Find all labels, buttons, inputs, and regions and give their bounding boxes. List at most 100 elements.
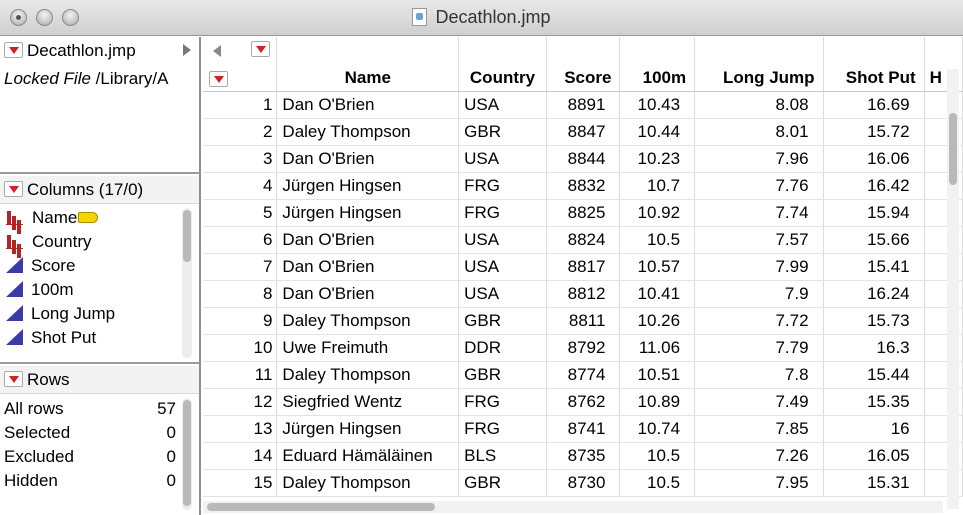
table-cell[interactable]: 10.74 — [619, 415, 696, 443]
table-cell[interactable]: Dan O'Brien — [276, 91, 460, 119]
table-cell[interactable]: 8762 — [546, 388, 621, 416]
table-cell[interactable]: DDR — [458, 334, 547, 362]
table-row[interactable]: 11 Daley Thompson GBR 8774 10.51 7.8 15.44 — [203, 361, 963, 389]
table-horizontal-scroll-thumb[interactable] — [207, 503, 435, 511]
table-cell[interactable]: 7.9 — [694, 280, 824, 308]
table-cell[interactable]: FRG — [458, 172, 547, 200]
table-cell[interactable]: 8825 — [546, 199, 621, 227]
table-cell[interactable]: 7.79 — [694, 334, 824, 362]
table-cell[interactable]: 8844 — [546, 145, 621, 173]
table-cell[interactable]: 15.72 — [823, 118, 925, 146]
table-cell[interactable]: 10.5 — [619, 226, 696, 254]
table-cell[interactable]: 7.96 — [694, 145, 824, 173]
table-cell[interactable]: 15.73 — [823, 307, 925, 335]
red-triangle-menu-icon[interactable] — [4, 42, 23, 58]
table-cell[interactable]: GBR — [458, 307, 547, 335]
table-cell[interactable]: Dan O'Brien — [276, 226, 460, 254]
table-cell[interactable]: USA — [458, 145, 547, 173]
columns-red-triangle-icon[interactable] — [251, 41, 270, 57]
row-number-cell[interactable]: 4 — [203, 172, 278, 200]
table-cell[interactable]: 7.49 — [694, 388, 824, 416]
table-cell[interactable]: 15.31 — [823, 469, 925, 497]
table-cell[interactable]: 10.5 — [619, 469, 696, 497]
table-cell[interactable]: 7.99 — [694, 253, 824, 281]
table-cell[interactable]: BLS — [458, 442, 547, 470]
table-cell[interactable]: FRG — [458, 415, 547, 443]
table-row[interactable]: 14 Eduard Hämäläinen BLS 8735 10.5 7.26 16.05 — [203, 442, 963, 470]
table-cell[interactable]: 8792 — [546, 334, 621, 362]
row-number-cell[interactable]: 2 — [203, 118, 278, 146]
table-row[interactable]: 7 Dan O'Brien USA 8817 10.57 7.99 15.41 — [203, 253, 963, 281]
table-cell[interactable]: GBR — [458, 469, 547, 497]
table-cell[interactable]: 7.57 — [694, 226, 824, 254]
table-cell[interactable]: 8811 — [546, 307, 621, 335]
table-cell[interactable]: 10.41 — [619, 280, 696, 308]
table-row[interactable]: 1 Dan O'Brien USA 8891 10.43 8.08 16.69 — [203, 91, 963, 119]
table-vertical-scroll-thumb[interactable] — [949, 113, 957, 185]
table-cell[interactable]: Eduard Hämäläinen — [276, 442, 460, 470]
table-cell[interactable]: 8.08 — [694, 91, 824, 119]
red-triangle-menu-icon[interactable] — [4, 371, 23, 387]
row-number-cell[interactable]: 15 — [203, 469, 278, 497]
table-cell[interactable]: 8824 — [546, 226, 621, 254]
table-cell[interactable]: 8741 — [546, 415, 621, 443]
table-cell[interactable]: 7.74 — [694, 199, 824, 227]
table-cell[interactable]: 8847 — [546, 118, 621, 146]
table-vertical-scrollbar[interactable] — [947, 69, 959, 509]
table-cell[interactable]: 7.72 — [694, 307, 824, 335]
table-cell[interactable]: USA — [458, 253, 547, 281]
table-cell[interactable]: 8730 — [546, 469, 621, 497]
columns-scrollbar[interactable] — [182, 208, 192, 358]
table-row[interactable]: 2 Daley Thompson GBR 8847 10.44 8.01 15.72 — [203, 118, 963, 146]
table-cell[interactable]: 7.76 — [694, 172, 824, 200]
table-cell[interactable]: 8774 — [546, 361, 621, 389]
table-cell[interactable]: 8817 — [546, 253, 621, 281]
table-cell[interactable]: 16.05 — [823, 442, 925, 470]
table-cell[interactable]: Dan O'Brien — [276, 253, 460, 281]
row-number-cell[interactable]: 6 — [203, 226, 278, 254]
rows-panel-header[interactable]: Rows — [0, 366, 199, 394]
table-row[interactable]: 5 Jürgen Hingsen FRG 8825 10.92 7.74 15.94 — [203, 199, 963, 227]
table-cell[interactable]: 10.26 — [619, 307, 696, 335]
table-cell[interactable]: 10.5 — [619, 442, 696, 470]
table-cell[interactable]: Dan O'Brien — [276, 145, 460, 173]
column-item-shot-put[interactable]: Shot Put — [0, 328, 180, 352]
table-cell[interactable]: Jürgen Hingsen — [276, 199, 460, 227]
table-row[interactable]: 8 Dan O'Brien USA 8812 10.41 7.9 16.24 — [203, 280, 963, 308]
disclosure-arrow-icon[interactable] — [183, 44, 191, 56]
columns-panel-header[interactable]: Columns (17/0) — [0, 176, 199, 204]
table-cell[interactable]: 15.35 — [823, 388, 925, 416]
table-cell[interactable]: 15.66 — [823, 226, 925, 254]
rows-scrollbar[interactable] — [182, 398, 192, 510]
table-cell[interactable]: Jürgen Hingsen — [276, 172, 460, 200]
table-cell[interactable]: 11.06 — [619, 334, 696, 362]
table-cell[interactable]: FRG — [458, 388, 547, 416]
row-number-cell[interactable]: 12 — [203, 388, 278, 416]
row-number-cell[interactable]: 8 — [203, 280, 278, 308]
table-row[interactable]: 9 Daley Thompson GBR 8811 10.26 7.72 15.73 — [203, 307, 963, 335]
table-horizontal-scrollbar[interactable] — [203, 501, 943, 513]
table-cell[interactable]: Uwe Freimuth — [276, 334, 460, 362]
row-number-cell[interactable]: 7 — [203, 253, 278, 281]
table-cell[interactable]: 8891 — [546, 91, 621, 119]
column-item-name[interactable]: Name — [0, 208, 180, 232]
table-cell[interactable]: 10.92 — [619, 199, 696, 227]
table-cell[interactable]: 10.57 — [619, 253, 696, 281]
rows-scroll-thumb[interactable] — [183, 400, 191, 506]
table-cell[interactable]: 8832 — [546, 172, 621, 200]
column-item-country[interactable]: Country — [0, 232, 180, 256]
rows-red-triangle-icon[interactable] — [209, 71, 228, 87]
row-number-cell[interactable]: 11 — [203, 361, 278, 389]
table-cell[interactable]: 10.7 — [619, 172, 696, 200]
row-number-cell[interactable]: 14 — [203, 442, 278, 470]
table-cell[interactable]: USA — [458, 280, 547, 308]
table-cell[interactable]: 15.44 — [823, 361, 925, 389]
row-number-cell[interactable]: 9 — [203, 307, 278, 335]
table-cell[interactable]: 8.01 — [694, 118, 824, 146]
column-item-long-jump[interactable]: Long Jump — [0, 304, 180, 328]
table-cell[interactable]: 16.06 — [823, 145, 925, 173]
table-cell[interactable]: 16.69 — [823, 91, 925, 119]
table-cell[interactable]: 7.95 — [694, 469, 824, 497]
column-item-100m[interactable]: 100m — [0, 280, 180, 304]
table-cell[interactable]: 8735 — [546, 442, 621, 470]
